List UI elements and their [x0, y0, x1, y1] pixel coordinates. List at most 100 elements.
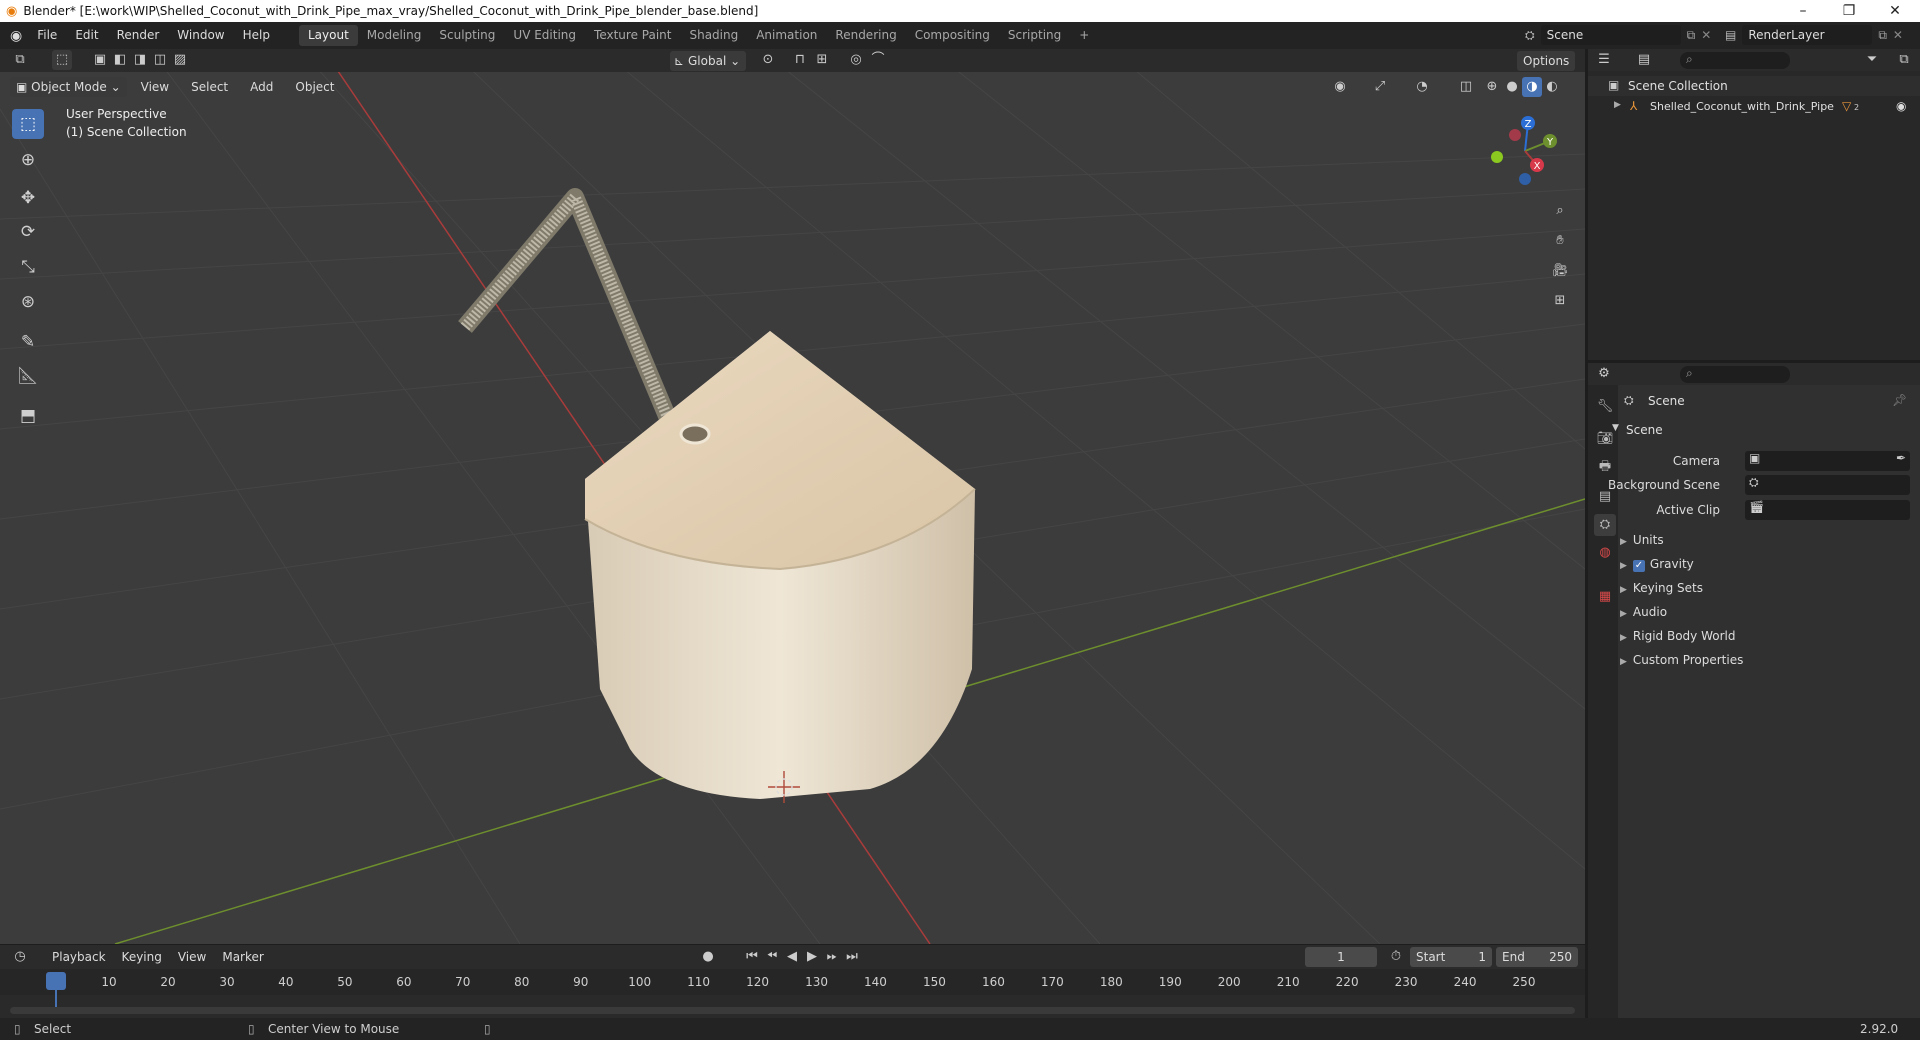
- pivot-point-icon[interactable]: ⊙: [758, 50, 778, 70]
- add-cube-tool-icon[interactable]: ⬒: [12, 401, 44, 431]
- subpanel-rigid-body-world[interactable]: ▶ Rigid Body World: [1620, 625, 1735, 647]
- eyedropper-icon[interactable]: ✒︎: [1896, 451, 1906, 465]
- timeline-menu-playback[interactable]: Playback: [46, 947, 112, 967]
- scene-field[interactable]: Scene: [1540, 25, 1681, 45]
- transform-tool-icon[interactable]: ⊛: [12, 287, 44, 317]
- menu-render[interactable]: Render: [108, 22, 169, 49]
- jump-start-icon[interactable]: ⏮: [742, 947, 762, 967]
- rotate-tool-icon[interactable]: ⟳: [12, 217, 44, 247]
- menu-file[interactable]: File: [28, 22, 66, 49]
- options-dropdown[interactable]: Options: [1517, 51, 1576, 71]
- select-extend-icon[interactable]: ◧: [110, 50, 130, 70]
- background-scene-field[interactable]: ⛭: [1745, 475, 1910, 495]
- viewport-menu-object[interactable]: Object: [287, 77, 342, 97]
- pin-icon[interactable]: 📌︎: [1892, 393, 1907, 407]
- timeline-editor-icon[interactable]: ◷: [10, 947, 30, 967]
- tab-animation[interactable]: Animation: [747, 25, 826, 46]
- xray-icon[interactable]: ◫: [1456, 77, 1476, 97]
- zoom-icon[interactable]: ⌕: [1550, 201, 1570, 221]
- current-frame-field[interactable]: 1: [1305, 947, 1377, 967]
- renderlayer-new-icon[interactable]: ⧉: [1878, 28, 1887, 43]
- tab-sculpting[interactable]: Sculpting: [430, 25, 504, 46]
- gizmo-toggle-icon[interactable]: ⤢: [1370, 77, 1390, 97]
- renderlayer-remove-icon[interactable]: ✕: [1893, 28, 1903, 42]
- blender-menu-icon[interactable]: ◉: [10, 28, 22, 44]
- next-keyframe-icon[interactable]: ⏩︎: [822, 947, 842, 967]
- subpanel-keying-sets[interactable]: ▶ Keying Sets: [1620, 577, 1703, 599]
- tab-modeling[interactable]: Modeling: [358, 25, 431, 46]
- menu-window[interactable]: Window: [168, 22, 233, 49]
- outliner-display-mode-icon[interactable]: ▤: [1634, 50, 1654, 70]
- navigation-gizmo[interactable]: Z Y X: [1485, 111, 1565, 191]
- timeline-menu-view[interactable]: View: [172, 947, 212, 967]
- expand-arrow-icon[interactable]: ▶: [1614, 100, 1621, 110]
- snap-target-icon[interactable]: ⊞: [812, 50, 832, 70]
- renderlayer-field[interactable]: RenderLayer: [1742, 25, 1873, 45]
- snap-icon[interactable]: ⊓: [790, 50, 810, 70]
- shading-solid-icon[interactable]: ●: [1502, 77, 1522, 97]
- proportional-edit-icon[interactable]: ◎: [846, 50, 866, 70]
- world-tab-icon[interactable]: ◍: [1594, 542, 1616, 564]
- panel-scene-header[interactable]: ▼ Scene: [1608, 420, 1920, 440]
- pan-hand-icon[interactable]: ✋︎: [1550, 231, 1570, 251]
- subpanel-audio[interactable]: ▶ Audio: [1620, 601, 1667, 623]
- tab-layout[interactable]: Layout: [298, 25, 358, 46]
- tab-shading[interactable]: Shading: [680, 25, 747, 46]
- object-mode-dropdown[interactable]: ▣ Object Mode ⌄: [10, 77, 127, 97]
- select-invert-icon[interactable]: ◫: [150, 50, 170, 70]
- 3d-viewport[interactable]: ⧉ ⬚ ▣ ◧ ◨ ◫ ▨ ⊾ Global ⌄ ⊙ ⊓ ⊞ ◎ ⌒ Option…: [0, 49, 1585, 944]
- tool-tab-icon[interactable]: 🔧︎: [1594, 396, 1616, 418]
- properties-search-input[interactable]: ⌕: [1680, 366, 1790, 383]
- camera-view-icon[interactable]: 🎥︎: [1550, 261, 1570, 281]
- visibility-eye-icon[interactable]: ◉: [1330, 77, 1350, 97]
- outliner-row-scene-collection[interactable]: ▣ Scene Collection: [1588, 76, 1920, 96]
- viewport-menu-select[interactable]: Select: [183, 77, 236, 97]
- stopwatch-icon[interactable]: ⏱: [1386, 947, 1406, 967]
- scale-tool-icon[interactable]: ⤡: [12, 252, 44, 282]
- tab-scripting[interactable]: Scripting: [999, 25, 1070, 46]
- tab-rendering[interactable]: Rendering: [826, 25, 905, 46]
- outliner-editor-icon[interactable]: ☰: [1594, 50, 1614, 70]
- overlays-icon[interactable]: ◔: [1412, 77, 1432, 97]
- timeline-scrollbar[interactable]: [10, 1007, 1575, 1014]
- shading-wireframe-icon[interactable]: ⊕: [1482, 77, 1502, 97]
- subpanel-gravity[interactable]: ▶ ✓ Gravity: [1620, 553, 1694, 575]
- start-frame-field[interactable]: Start 1: [1410, 947, 1492, 967]
- gravity-checkbox[interactable]: ✓: [1632, 560, 1645, 572]
- select-tool-mode-icon[interactable]: ⬚: [52, 50, 72, 70]
- active-clip-field[interactable]: 🎬︎: [1745, 500, 1910, 520]
- eye-visibility-icon[interactable]: ◉: [1896, 99, 1906, 113]
- select-subtract-icon[interactable]: ◨: [130, 50, 150, 70]
- outliner-row-object[interactable]: ▶ ⅄ Shelled_Coconut_with_Drink_Pipe ▽ 2 …: [1588, 97, 1920, 117]
- filter-icon[interactable]: ⏷: [1862, 50, 1882, 70]
- play-reverse-icon[interactable]: ◀: [782, 947, 802, 967]
- select-new-icon[interactable]: ▣: [90, 50, 110, 70]
- scene-remove-icon[interactable]: ✕: [1701, 28, 1711, 42]
- move-tool-icon[interactable]: ✥: [12, 183, 44, 213]
- scene-new-icon[interactable]: ⧉: [1687, 28, 1696, 43]
- minimize-button[interactable]: –: [1780, 0, 1826, 22]
- viewport-menu-view[interactable]: View: [133, 77, 177, 97]
- texture-tab-icon[interactable]: ▦: [1594, 586, 1616, 608]
- coconut-mesh[interactable]: [584, 331, 976, 799]
- camera-field[interactable]: ▣ ✒︎: [1745, 451, 1910, 471]
- subpanel-custom-properties[interactable]: ▶ Custom Properties: [1620, 649, 1743, 671]
- timeline-menu-keying[interactable]: Keying: [116, 947, 168, 967]
- tab-compositing[interactable]: Compositing: [906, 25, 999, 46]
- editor-type-icon[interactable]: ⧉: [10, 50, 30, 70]
- add-workspace-button[interactable]: +: [1070, 25, 1098, 46]
- shading-material-icon[interactable]: ◑: [1522, 77, 1542, 97]
- play-icon[interactable]: ▶: [802, 947, 822, 967]
- end-frame-field[interactable]: End 250: [1496, 947, 1578, 967]
- select-intersect-icon[interactable]: ▨: [170, 50, 190, 70]
- close-button[interactable]: ✕: [1872, 0, 1918, 22]
- falloff-icon[interactable]: ⌒: [868, 50, 888, 70]
- prev-keyframe-icon[interactable]: ⏪︎: [762, 947, 782, 967]
- timeline-menu-marker[interactable]: Marker: [216, 947, 269, 967]
- subpanel-units[interactable]: ▶ Units: [1620, 529, 1664, 551]
- playhead[interactable]: [46, 972, 66, 990]
- jump-end-icon[interactable]: ⏭: [842, 947, 862, 967]
- record-icon[interactable]: ●: [698, 947, 718, 967]
- menu-help[interactable]: Help: [234, 22, 279, 49]
- new-collection-icon[interactable]: ⧉: [1894, 50, 1914, 70]
